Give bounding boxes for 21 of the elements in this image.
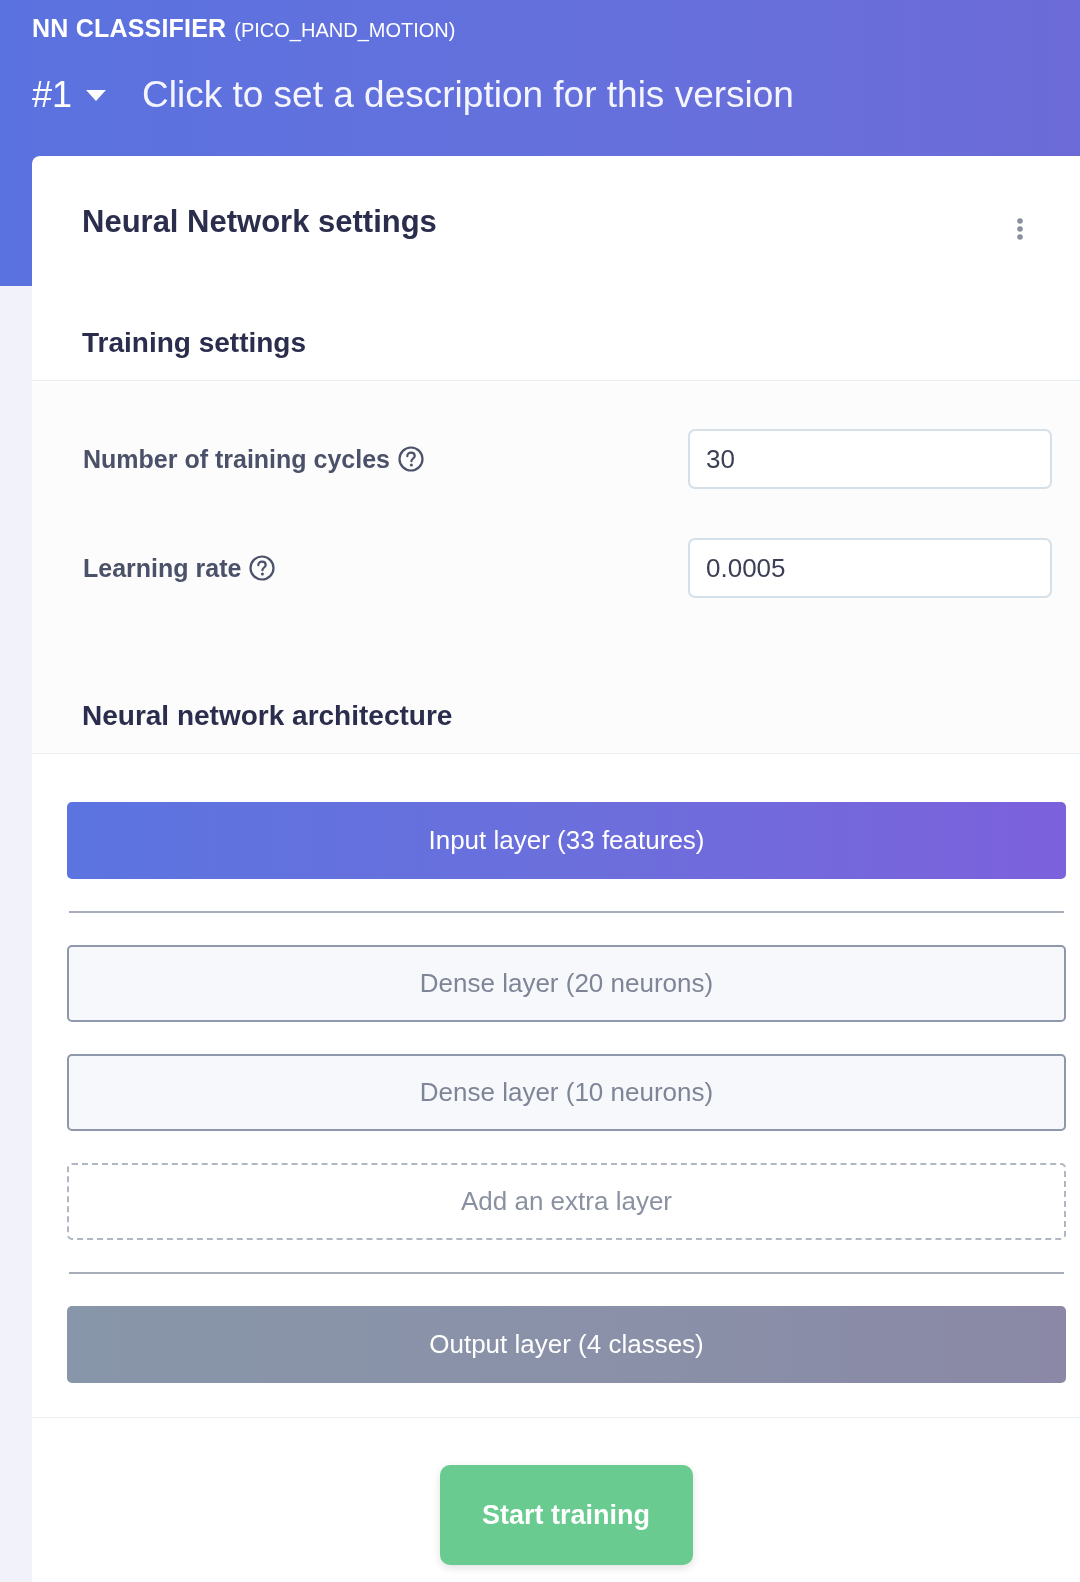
help-icon[interactable] xyxy=(398,446,425,472)
field-label: Learning rate xyxy=(83,553,242,583)
text-input[interactable]: 0.0005 xyxy=(688,538,1052,598)
section-heading: Training settings xyxy=(82,326,307,360)
start-training-button[interactable]: Start training xyxy=(439,1465,693,1565)
section-heading: Neural network architecture xyxy=(82,699,453,733)
version-dropdown[interactable]: #1 xyxy=(32,74,107,116)
add-layer-button[interactable]: Add an extra layer xyxy=(67,1163,1066,1240)
output-layer-bar: Output layer (4 classes) xyxy=(67,1306,1066,1383)
project-name: (PICO_HAND_MOTION) xyxy=(234,19,456,42)
model-title: NN CLASSIFIER xyxy=(32,14,227,43)
description-link[interactable]: Click to set a description for this version xyxy=(142,74,794,116)
text-input[interactable]: 30 xyxy=(688,429,1052,489)
caret-icon xyxy=(86,89,107,101)
dense-layer-button[interactable]: Dense layer (10 neurons) xyxy=(67,1054,1066,1131)
help-icon[interactable] xyxy=(249,555,276,581)
input-layer-bar: Input layer (33 features) xyxy=(67,802,1066,879)
card-title: Neural Network settings xyxy=(82,203,437,241)
field-label: Number of training cycles xyxy=(83,444,391,474)
dense-layer-button[interactable]: Dense layer (20 neurons) xyxy=(67,945,1066,1022)
more-options-icon[interactable] xyxy=(1017,218,1023,240)
